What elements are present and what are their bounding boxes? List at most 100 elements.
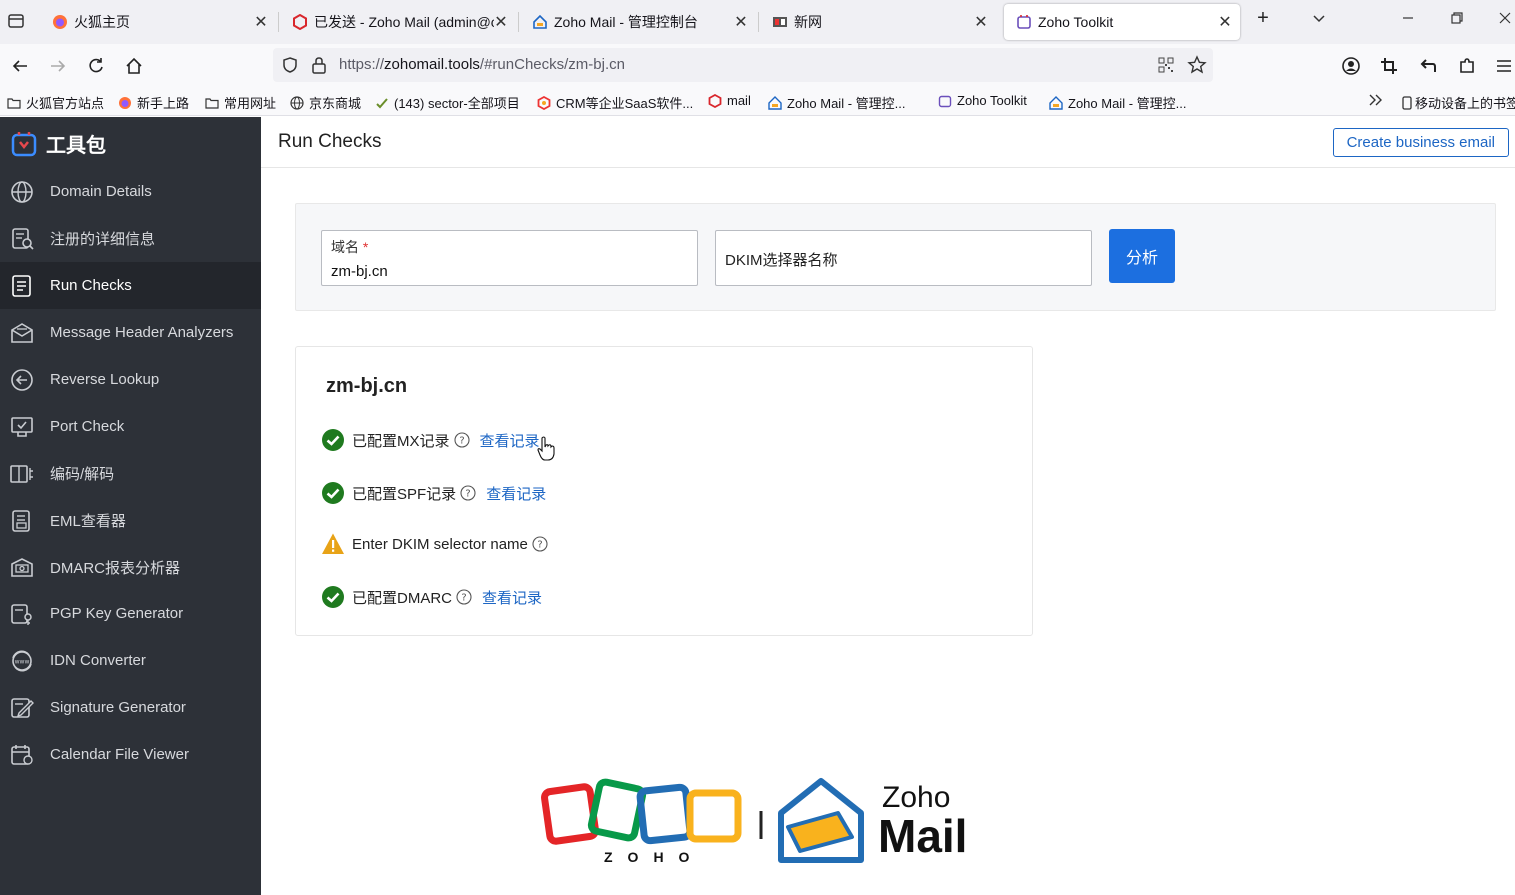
sidebar-item-dmarc-report[interactable]: DMARC报表分析器	[0, 544, 261, 591]
sidebar-item-message-header-analyzers[interactable]: Message Header Analyzers	[0, 309, 261, 356]
sidebar-item-encode-decode[interactable]: 编码/解码	[0, 450, 261, 497]
browser-tab[interactable]: 已发送 - Zoho Mail (admin@c ✕	[280, 4, 516, 40]
sidebar-item-label: Reverse Lookup	[50, 371, 160, 388]
help-question-icon[interactable]: ?	[532, 536, 548, 552]
analyze-button[interactable]: 分析	[1109, 229, 1175, 283]
minimize-icon[interactable]	[1398, 10, 1418, 31]
lock-icon[interactable]	[311, 56, 327, 74]
close-tab-icon[interactable]: ✕	[494, 12, 508, 32]
close-tab-icon[interactable]: ✕	[974, 12, 988, 32]
tab-separator	[518, 12, 519, 32]
view-record-link[interactable]: 查看记录	[482, 587, 542, 608]
bookmark-item[interactable]: Zoho Toolkit	[938, 93, 1027, 108]
home-icon[interactable]	[122, 54, 146, 78]
svg-text:?: ?	[459, 436, 464, 447]
bookmark-label: 火狐官方站点	[26, 96, 105, 111]
mobile-bookmarks[interactable]: 移动设备上的书签	[1400, 93, 1515, 112]
sidebar-item-domain-details[interactable]: Domain Details	[0, 168, 261, 215]
bookmark-item[interactable]: Zoho Mail - 管理控...	[1049, 93, 1186, 112]
tab-list-icon[interactable]	[6, 11, 26, 31]
undo-arrow-icon[interactable]	[1416, 54, 1440, 78]
xinnet-icon	[773, 17, 787, 27]
bookmark-item[interactable]: 京东商城	[290, 93, 361, 112]
bookmarks-overflow-icon[interactable]	[1368, 93, 1384, 107]
menu-hamburger-icon[interactable]	[1492, 54, 1515, 78]
registration-icon	[12, 227, 34, 250]
browser-tab[interactable]: 火狐主页 ✕	[40, 4, 276, 40]
bookmark-item[interactable]: 新手上路	[118, 93, 189, 112]
hand-cursor-icon	[537, 436, 555, 461]
sidebar-item-idn-converter[interactable]: www IDN Converter	[0, 637, 261, 684]
bookmark-item[interactable]: mail	[708, 93, 751, 108]
bookmark-star-icon[interactable]	[1187, 55, 1207, 75]
check-form-panel: 域名 * zm-bj.cn DKIM选择器名称 分析	[295, 203, 1496, 311]
folder-icon	[205, 97, 219, 109]
sidebar-item-label: Calendar File Viewer	[50, 746, 189, 763]
brand-logo[interactable]: 工具包	[10, 129, 106, 158]
mobile-device-icon	[1402, 95, 1412, 110]
sidebar-item-eml-viewer[interactable]: EML查看器	[0, 497, 261, 544]
browser-tab-active[interactable]: Zoho Toolkit ✕	[1004, 4, 1240, 40]
bookmark-item[interactable]: 常用网址	[205, 93, 276, 112]
forward-arrow-icon[interactable]	[46, 54, 70, 78]
browser-tab[interactable]: Zoho Mail - 管理控制台 ✕	[520, 4, 756, 40]
toolkit-logo-icon	[11, 131, 37, 156]
tab-overflow-chevron-icon[interactable]	[1309, 10, 1329, 31]
sidebar-item-port-check[interactable]: Port Check	[0, 403, 261, 450]
qr-code-icon[interactable]	[1158, 57, 1174, 73]
view-record-link[interactable]: 查看记录	[480, 430, 540, 451]
view-record-link[interactable]: 查看记录	[486, 483, 546, 504]
check-bookmark-icon	[376, 97, 388, 108]
close-tab-icon[interactable]: ✕	[734, 12, 748, 32]
reverse-lookup-icon	[11, 368, 33, 391]
browser-tab-bar: 火狐主页 ✕ 已发送 - Zoho Mail (admin@c ✕ Zoho M…	[0, 0, 1515, 44]
sidebar-item-registration[interactable]: 注册的详细信息	[0, 215, 261, 262]
sidebar-item-signature-generator[interactable]: Signature Generator	[0, 684, 261, 731]
help-question-icon[interactable]: ?	[456, 589, 472, 605]
url-text[interactable]: https://zohomail.tools/#runChecks/zm-bj.…	[339, 56, 625, 73]
dkim-selector-field[interactable]: DKIM选择器名称	[715, 230, 1092, 286]
close-tab-icon[interactable]: ✕	[254, 12, 268, 32]
tracking-shield-icon[interactable]	[281, 56, 299, 74]
bookmark-label: 常用网址	[224, 96, 277, 111]
signature-icon	[11, 697, 34, 718]
bookmark-item[interactable]: (143) sector-全部项目	[375, 93, 520, 112]
domain-field[interactable]: 域名 * zm-bj.cn	[321, 230, 698, 286]
sidebar-item-calendar-file-viewer[interactable]: Calendar File Viewer	[0, 731, 261, 778]
close-window-icon[interactable]	[1495, 10, 1515, 31]
port-shield-icon	[11, 416, 33, 437]
reload-icon[interactable]	[84, 54, 108, 78]
tab-title: Zoho Mail - 管理控制台	[554, 14, 698, 30]
results-card: zm-bj.cn 已配置MX记录 ? 查看记录 已配置SPF记录 ? 查看记录 …	[295, 346, 1033, 636]
bookmark-item[interactable]: Zoho Mail - 管理控...	[768, 93, 905, 112]
zoho-house-icon	[768, 95, 782, 110]
help-question-icon[interactable]: ?	[460, 485, 476, 501]
sidebar-item-pgp-key-generator[interactable]: PGP Key Generator	[0, 590, 261, 637]
account-icon[interactable]	[1339, 54, 1363, 78]
create-business-email-button[interactable]: Create business email	[1332, 128, 1509, 157]
bookmark-item[interactable]: 火狐官方站点	[7, 93, 104, 112]
browser-tab[interactable]: 新网 ✕	[760, 4, 996, 40]
screenshot-crop-icon[interactable]	[1377, 54, 1401, 78]
sidebar-item-run-checks[interactable]: Run Checks	[0, 262, 261, 309]
domain-input[interactable]: zm-bj.cn	[331, 263, 388, 280]
dkim-selector-input[interactable]: DKIM选择器名称	[725, 249, 838, 270]
back-arrow-icon[interactable]	[8, 54, 32, 78]
sidebar: 工具包 Domain Details 注册的详细信息 Run Checks Me…	[0, 117, 261, 895]
svg-text:www: www	[15, 658, 30, 665]
bookmark-item[interactable]: CRM等企业SaaS软件...	[537, 93, 693, 112]
tab-title: 已发送 - Zoho Mail (admin@c	[314, 14, 494, 30]
zoho-house-icon	[1049, 95, 1063, 110]
sidebar-item-reverse-lookup[interactable]: Reverse Lookup	[0, 356, 261, 403]
extensions-puzzle-icon[interactable]	[1455, 54, 1479, 78]
url-bar[interactable]: https://zohomail.tools/#runChecks/zm-bj.…	[273, 48, 1213, 82]
new-tab-icon[interactable]: +	[1253, 7, 1273, 30]
help-question-icon[interactable]: ?	[453, 432, 470, 448]
sidebar-item-label: Port Check	[50, 418, 125, 435]
restore-icon[interactable]	[1447, 10, 1467, 31]
globe-icon	[290, 95, 304, 110]
tab-title: 新网	[794, 14, 822, 30]
close-tab-icon[interactable]: ✕	[1218, 12, 1232, 32]
tab-separator	[758, 12, 759, 32]
page-header: Run Checks Create business email	[261, 117, 1515, 168]
